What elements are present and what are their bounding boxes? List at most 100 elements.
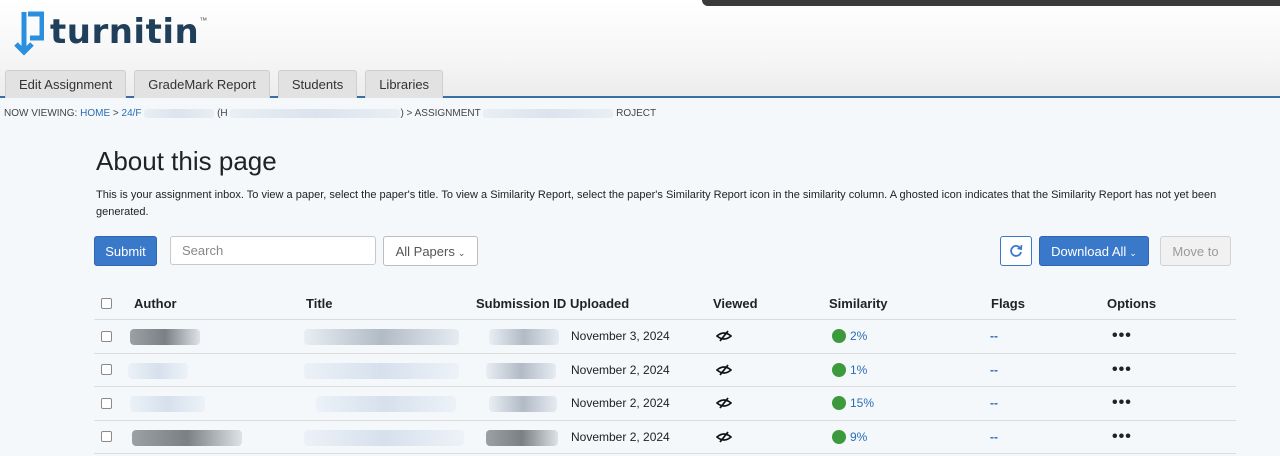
uploaded-date: November 2, 2024 [571, 396, 670, 411]
table-row: November 2, 2024 15% -- ••• [94, 387, 1236, 421]
column-title[interactable]: Title [306, 288, 333, 319]
breadcrumb-home-link[interactable]: HOME [80, 108, 110, 119]
column-similarity[interactable]: Similarity [829, 288, 888, 319]
checkbox-box[interactable] [101, 330, 112, 342]
breadcrumb-course-link[interactable]: 24/F [122, 108, 142, 119]
table-row: November 2, 2024 1% -- ••• [94, 354, 1236, 387]
similarity-status-icon [832, 362, 846, 377]
trademark: ™ [199, 16, 208, 25]
flags-link[interactable]: -- [990, 387, 998, 420]
column-uploaded[interactable]: Uploaded [570, 288, 629, 319]
redacted-course-name [144, 108, 215, 118]
redacted-submission-id [486, 429, 558, 446]
similarity-report-link[interactable]: 15% [832, 387, 874, 420]
tab-students[interactable]: Students [277, 70, 358, 98]
chevron-down-icon: ⌄ [1129, 247, 1137, 258]
redacted-title-link[interactable] [304, 429, 464, 446]
viewed-status [716, 387, 732, 420]
breadcrumb-separator: > [110, 108, 122, 119]
redacted-course-detail [230, 108, 401, 118]
redacted-author [132, 429, 242, 446]
options-menu-button[interactable]: ••• [1112, 354, 1132, 387]
redacted-author [128, 362, 188, 379]
column-flags[interactable]: Flags [991, 288, 1025, 319]
app-header: turnitin ™ Edit Assignment GradeMark Rep… [0, 0, 1280, 98]
breadcrumb-assignment: ) > ASSIGNMENT [400, 108, 481, 119]
all-papers-filter[interactable]: All Papers ⌄ [383, 236, 478, 266]
uploaded-date: November 2, 2024 [571, 429, 670, 444]
download-all-label: Download All [1051, 243, 1127, 259]
similarity-report-link[interactable]: 1% [832, 354, 867, 387]
row-checkbox[interactable] [101, 354, 112, 387]
options-menu-button[interactable]: ••• [1112, 320, 1132, 353]
eye-slash-icon [716, 397, 732, 409]
eye-slash-icon [716, 364, 732, 376]
redacted-submission-id [489, 396, 557, 412]
breadcrumb-prefix: NOW VIEWING: [4, 108, 81, 119]
submit-button[interactable]: Submit [94, 236, 157, 266]
checkbox-box[interactable] [101, 364, 112, 376]
browser-bookmark-strip [702, 0, 1280, 6]
column-viewed[interactable]: Viewed [713, 288, 758, 319]
similarity-status-icon [832, 429, 846, 444]
redacted-title-link[interactable] [304, 329, 459, 345]
redacted-submission-id [489, 329, 559, 345]
tab-libraries[interactable]: Libraries [365, 70, 444, 98]
table-row: November 2, 2024 9% -- ••• [94, 421, 1236, 454]
select-all-checkbox[interactable] [101, 288, 112, 319]
redacted-title-link[interactable] [304, 362, 459, 379]
similarity-report-link[interactable]: 2% [832, 320, 867, 353]
similarity-score[interactable]: 2% [850, 329, 867, 343]
column-options: Options [1107, 296, 1157, 311]
similarity-score[interactable]: 15% [850, 396, 874, 410]
row-checkbox[interactable] [101, 320, 112, 353]
chevron-down-icon: ⌄ [457, 247, 466, 258]
submissions-table: Author Title Submission ID Uploaded View… [94, 288, 1236, 454]
tab-edit-assignment[interactable]: Edit Assignment [5, 70, 127, 98]
viewed-status [716, 354, 732, 387]
column-submission-id[interactable]: Submission ID [476, 288, 566, 319]
eye-slash-icon [716, 330, 732, 342]
checkbox-box[interactable] [101, 397, 112, 409]
eye-slash-icon [716, 431, 732, 443]
similarity-score[interactable]: 9% [850, 430, 867, 444]
flags-link[interactable]: -- [990, 320, 998, 353]
breadcrumb-course-code: (H [217, 108, 228, 119]
row-checkbox[interactable] [101, 387, 112, 420]
uploaded-date: November 3, 2024 [571, 329, 670, 344]
assignment-tabs: Edit Assignment GradeMark Report Student… [5, 70, 444, 98]
viewed-status [716, 320, 732, 353]
search-input[interactable] [170, 236, 376, 265]
turnitin-logo-icon [14, 11, 44, 56]
redacted-submission-id [486, 362, 556, 379]
uploaded-date: November 2, 2024 [571, 362, 670, 377]
options-menu-button[interactable]: ••• [1112, 421, 1132, 454]
column-author[interactable]: Author [134, 288, 177, 319]
download-all-button[interactable]: Download All ⌄ [1039, 236, 1149, 266]
options-menu-button[interactable]: ••• [1112, 387, 1132, 420]
tab-grademark-report[interactable]: GradeMark Report [134, 70, 270, 98]
redacted-assignment-name [483, 108, 614, 118]
similarity-score[interactable]: 1% [850, 363, 867, 377]
redacted-title-link[interactable] [316, 396, 456, 412]
checkbox-box[interactable] [101, 431, 112, 443]
similarity-status-icon [832, 329, 846, 344]
turnitin-logo[interactable]: turnitin ™ [12, 8, 207, 56]
breadcrumb: NOW VIEWING: HOME > 24/F (H ) > ASSIGNME… [4, 108, 656, 119]
table-row: November 3, 2024 2% -- ••• [94, 320, 1236, 354]
similarity-report-link[interactable]: 9% [832, 421, 867, 454]
table-header: Author Title Submission ID Uploaded View… [94, 288, 1236, 320]
filter-label: All Papers [395, 243, 455, 259]
brand-name: turnitin [50, 12, 200, 52]
flags-link[interactable]: -- [990, 421, 998, 454]
move-to-button[interactable]: Move to [1160, 236, 1231, 266]
refresh-button[interactable] [1000, 236, 1032, 266]
checkbox-box[interactable] [101, 298, 112, 309]
breadcrumb-assignment-end: ROJECT [616, 108, 657, 119]
page-title: About this page [96, 146, 277, 176]
redacted-author [130, 329, 200, 345]
row-checkbox[interactable] [101, 421, 112, 454]
refresh-icon [1010, 244, 1023, 257]
flags-link[interactable]: -- [990, 354, 998, 387]
redacted-author [130, 396, 205, 412]
